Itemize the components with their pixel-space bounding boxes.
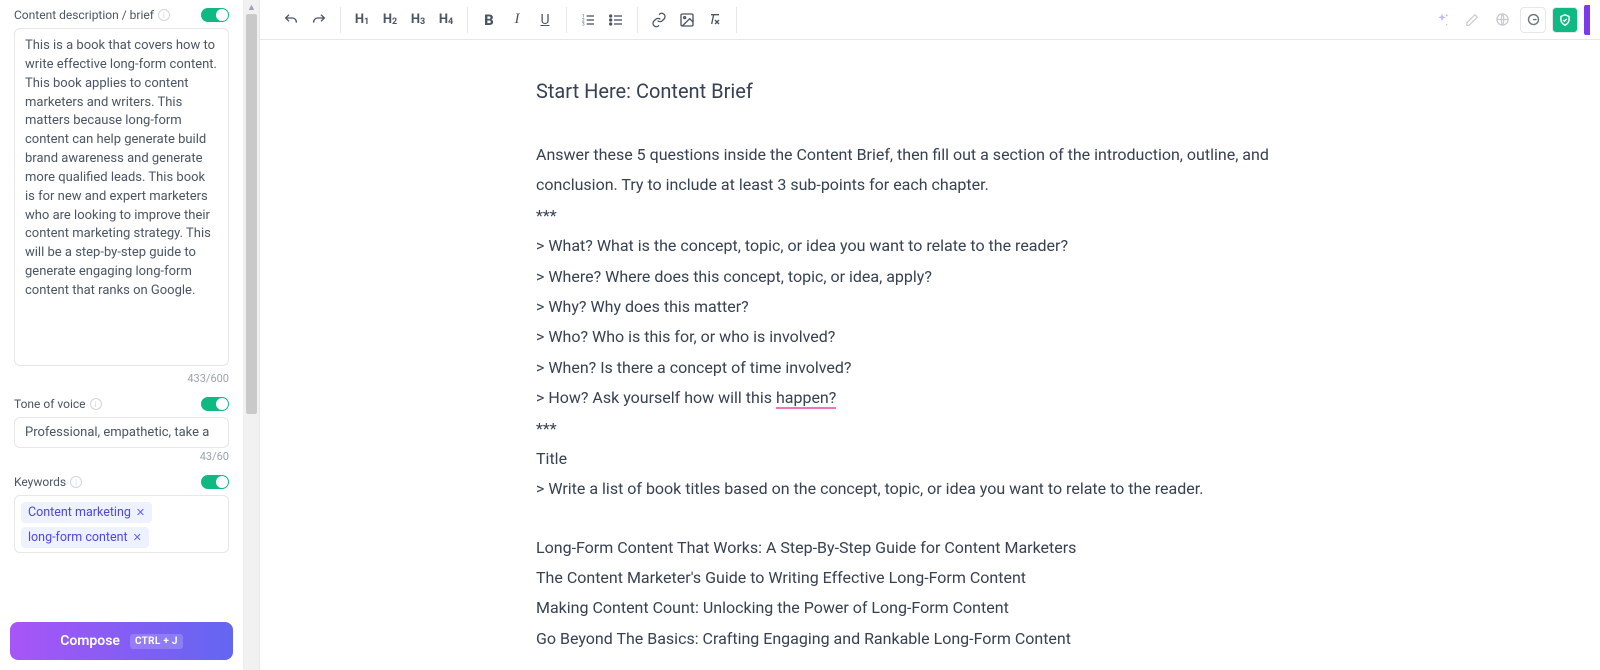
heading4-button[interactable]: H4: [433, 7, 459, 33]
sparkle-icon[interactable]: [1430, 8, 1454, 32]
svg-text:3: 3: [582, 21, 585, 27]
right-edge-handle[interactable]: [1584, 5, 1590, 35]
grammarly-icon[interactable]: [1520, 7, 1546, 33]
redo-icon[interactable]: [306, 7, 332, 33]
doc-line: The Content Marketer's Guide to Writing …: [536, 563, 1316, 593]
doc-line: Title: [536, 444, 1316, 474]
sidebar-scrollbar[interactable]: ▲: [244, 0, 260, 670]
heading1-button[interactable]: H1: [349, 7, 375, 33]
brief-toggle[interactable]: [201, 8, 229, 22]
scroll-up-icon[interactable]: ▲: [244, 0, 259, 14]
main: H1 H2 H3 H4 B I U 123: [260, 0, 1600, 670]
doc-line: > Who? Who is this for, or who is involv…: [536, 322, 1316, 352]
brief-textarea[interactable]: This is a book that covers how to write …: [14, 28, 229, 366]
pencil-icon[interactable]: [1460, 8, 1484, 32]
shield-check-icon[interactable]: [1552, 7, 1578, 33]
sidebar: Content description / brief i This is a …: [0, 0, 244, 670]
doc-paragraph: Answer these 5 questions inside the Cont…: [536, 140, 1316, 201]
brief-section: Content description / brief i This is a …: [14, 8, 229, 385]
info-icon: i: [158, 9, 170, 21]
tone-input[interactable]: [14, 417, 229, 448]
tag-remove-icon[interactable]: ✕: [133, 532, 142, 543]
brief-counter: 433/600: [14, 372, 229, 385]
doc-line: Go Beyond The Basics: Crafting Engaging …: [536, 624, 1316, 654]
document-area[interactable]: Start Here: Content Brief Answer these 5…: [260, 40, 1600, 670]
toolbar-right: [1430, 5, 1590, 35]
tag-remove-icon[interactable]: ✕: [136, 507, 145, 518]
ordered-list-icon[interactable]: 123: [575, 7, 601, 33]
keyword-tag: Content marketing ✕: [21, 502, 152, 523]
globe-icon[interactable]: [1490, 8, 1514, 32]
scroll-thumb[interactable]: [246, 14, 257, 414]
clear-format-icon[interactable]: [702, 7, 728, 33]
keyword-tag: long-form content ✕: [21, 527, 149, 548]
keywords-section: Keywords i Content marketing ✕ long-form…: [14, 475, 229, 553]
undo-icon[interactable]: [278, 7, 304, 33]
info-icon: i: [70, 476, 82, 488]
doc-line: > When? Is there a concept of time invol…: [536, 353, 1316, 383]
spellcheck-underline: happen?: [776, 388, 836, 409]
bold-button[interactable]: B: [476, 7, 502, 33]
keywords-tagbox[interactable]: Content marketing ✕ long-form content ✕: [14, 495, 229, 553]
tone-label: Tone of voice i: [14, 397, 102, 411]
underline-button[interactable]: U: [532, 7, 558, 33]
doc-separator: ***: [536, 414, 1316, 444]
compose-button[interactable]: Compose CTRL + J: [10, 622, 233, 660]
doc-line: Long-Form Content That Works: A Step-By-…: [536, 533, 1316, 563]
doc-line: > What? What is the concept, topic, or i…: [536, 231, 1316, 261]
link-icon[interactable]: [646, 7, 672, 33]
doc-line: > How? Ask yourself how will this happen…: [536, 383, 1316, 413]
heading3-button[interactable]: H3: [405, 7, 431, 33]
unordered-list-icon[interactable]: [603, 7, 629, 33]
doc-separator: ***: [536, 201, 1316, 231]
keywords-label: Keywords i: [14, 475, 82, 489]
tone-counter: 43/60: [14, 450, 229, 463]
tone-toggle[interactable]: [201, 397, 229, 411]
editor-toolbar: H1 H2 H3 H4 B I U 123: [260, 0, 1600, 40]
doc-line: Making Content Count: Unlocking the Powe…: [536, 593, 1316, 623]
keywords-toggle[interactable]: [201, 475, 229, 489]
italic-button[interactable]: I: [504, 7, 530, 33]
compose-shortcut: CTRL + J: [130, 634, 183, 649]
brief-label: Content description / brief i: [14, 8, 170, 22]
doc-title: Start Here: Content Brief: [536, 72, 1316, 110]
info-icon: i: [90, 398, 102, 410]
doc-line: > Write a list of book titles based on t…: [536, 474, 1316, 504]
image-icon[interactable]: [674, 7, 700, 33]
doc-line: > Why? Why does this matter?: [536, 292, 1316, 322]
tone-section: Tone of voice i 43/60: [14, 397, 229, 463]
heading2-button[interactable]: H2: [377, 7, 403, 33]
doc-line: > Where? Where does this concept, topic,…: [536, 262, 1316, 292]
